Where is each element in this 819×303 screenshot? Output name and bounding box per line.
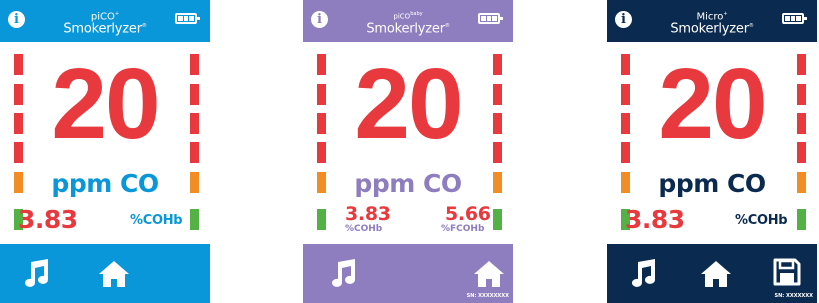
brand-registered-mark: ® xyxy=(444,23,450,29)
level-bar-right-red xyxy=(797,84,806,105)
level-bar-right-green xyxy=(493,209,502,230)
brand-registered-mark: ® xyxy=(748,23,754,29)
cohb-label: %COHb xyxy=(735,213,788,228)
level-bar-left-red xyxy=(317,54,326,75)
music-note-icon[interactable] xyxy=(24,258,50,288)
device-footer: SN: XXXXXXXX xyxy=(303,244,513,303)
home-icon[interactable] xyxy=(700,260,732,288)
level-bar-left-red xyxy=(621,84,630,105)
level-bar-right-red xyxy=(493,54,502,75)
level-bar-right-red xyxy=(797,142,806,163)
cohb-label: %COHb xyxy=(130,213,183,228)
brand-name: Smokerlyzer xyxy=(366,21,445,37)
level-bar-left-red xyxy=(317,142,326,163)
level-bar-right-red xyxy=(797,54,806,75)
co-reading: 20 xyxy=(658,48,767,160)
level-bar-left-red xyxy=(14,113,23,134)
cohb-value: 3.83 xyxy=(625,205,685,234)
level-bar-left-red xyxy=(14,54,23,75)
co-reading: 20 xyxy=(354,48,463,160)
level-bar-right-green xyxy=(190,209,199,230)
home-icon[interactable] xyxy=(98,260,130,288)
level-bar-left-red xyxy=(317,113,326,134)
device-header: i piCO+ Smokerlyzer® xyxy=(0,0,210,42)
level-bar-right-red xyxy=(797,113,806,134)
level-bar-left-red xyxy=(14,142,23,163)
level-bar-right-orange xyxy=(493,172,502,193)
info-icon[interactable]: i xyxy=(615,11,632,28)
brand-superscript: + xyxy=(723,11,728,17)
level-bar-right-green xyxy=(797,209,806,230)
level-bar-right-orange xyxy=(190,172,199,193)
cohb-value: 3.83 xyxy=(345,203,391,225)
level-bar-right-red xyxy=(190,84,199,105)
info-icon[interactable]: i xyxy=(8,11,25,28)
level-bar-right-orange xyxy=(797,172,806,193)
battery-full-icon xyxy=(478,13,503,24)
fcohb-label: %FCOHb xyxy=(441,224,485,234)
music-note-icon[interactable] xyxy=(331,258,357,288)
level-bar-left-red xyxy=(317,84,326,105)
info-icon[interactable]: i xyxy=(311,11,328,28)
save-icon[interactable] xyxy=(773,258,801,286)
home-icon[interactable] xyxy=(473,260,505,288)
brand-superscript: + xyxy=(114,11,120,17)
co-reading: 20 xyxy=(51,48,160,160)
level-bar-left-red xyxy=(621,113,630,134)
cohb-label: %COHb xyxy=(345,224,383,234)
level-bar-left-orange xyxy=(621,172,630,193)
battery-full-icon xyxy=(175,13,200,24)
device-header: i piCObaby Smokerlyzer® xyxy=(303,0,513,42)
pico-baby-device-screen: i piCObaby Smokerlyzer® 20 ppm CO 3.83 %… xyxy=(303,0,513,303)
level-bar-right-red xyxy=(190,54,199,75)
level-bar-left-red xyxy=(14,84,23,105)
level-bar-right-red xyxy=(190,142,199,163)
device-footer xyxy=(0,244,210,303)
level-bar-right-red xyxy=(190,113,199,134)
fcohb-value: 5.66 xyxy=(445,203,491,225)
serial-number: SN: XXXXXXXX xyxy=(466,293,509,299)
level-bar-left-red xyxy=(621,54,630,75)
level-bar-left-green xyxy=(317,209,326,230)
brand-registered-mark: ® xyxy=(141,23,147,29)
co-unit: ppm CO xyxy=(658,169,766,198)
level-bar-right-red xyxy=(493,142,502,163)
brand-superscript: baby xyxy=(410,11,423,17)
cohb-value: 3.83 xyxy=(18,205,78,234)
level-bar-left-orange xyxy=(317,172,326,193)
micro-device-screen: i Micro+ Smokerlyzer® 20 ppm CO 3.83 %CO… xyxy=(607,0,817,303)
level-bar-left-orange xyxy=(14,172,23,193)
co-unit: ppm CO xyxy=(51,169,159,198)
serial-number: SN: XXXXXXX xyxy=(774,293,813,299)
battery-full-icon xyxy=(782,13,807,24)
level-bar-left-red xyxy=(621,142,630,163)
music-note-icon[interactable] xyxy=(631,258,657,288)
level-bar-right-red xyxy=(493,84,502,105)
pico-device-screen: i piCO+ Smokerlyzer® 20 ppm CO 3.83 %COH… xyxy=(0,0,210,303)
device-footer: SN: XXXXXXX xyxy=(607,244,817,303)
co-unit: ppm CO xyxy=(354,169,462,198)
level-bar-right-red xyxy=(493,113,502,134)
brand-name: Smokerlyzer xyxy=(670,21,749,37)
device-header: i Micro+ Smokerlyzer® xyxy=(607,0,817,42)
brand-name: Smokerlyzer xyxy=(63,21,142,37)
